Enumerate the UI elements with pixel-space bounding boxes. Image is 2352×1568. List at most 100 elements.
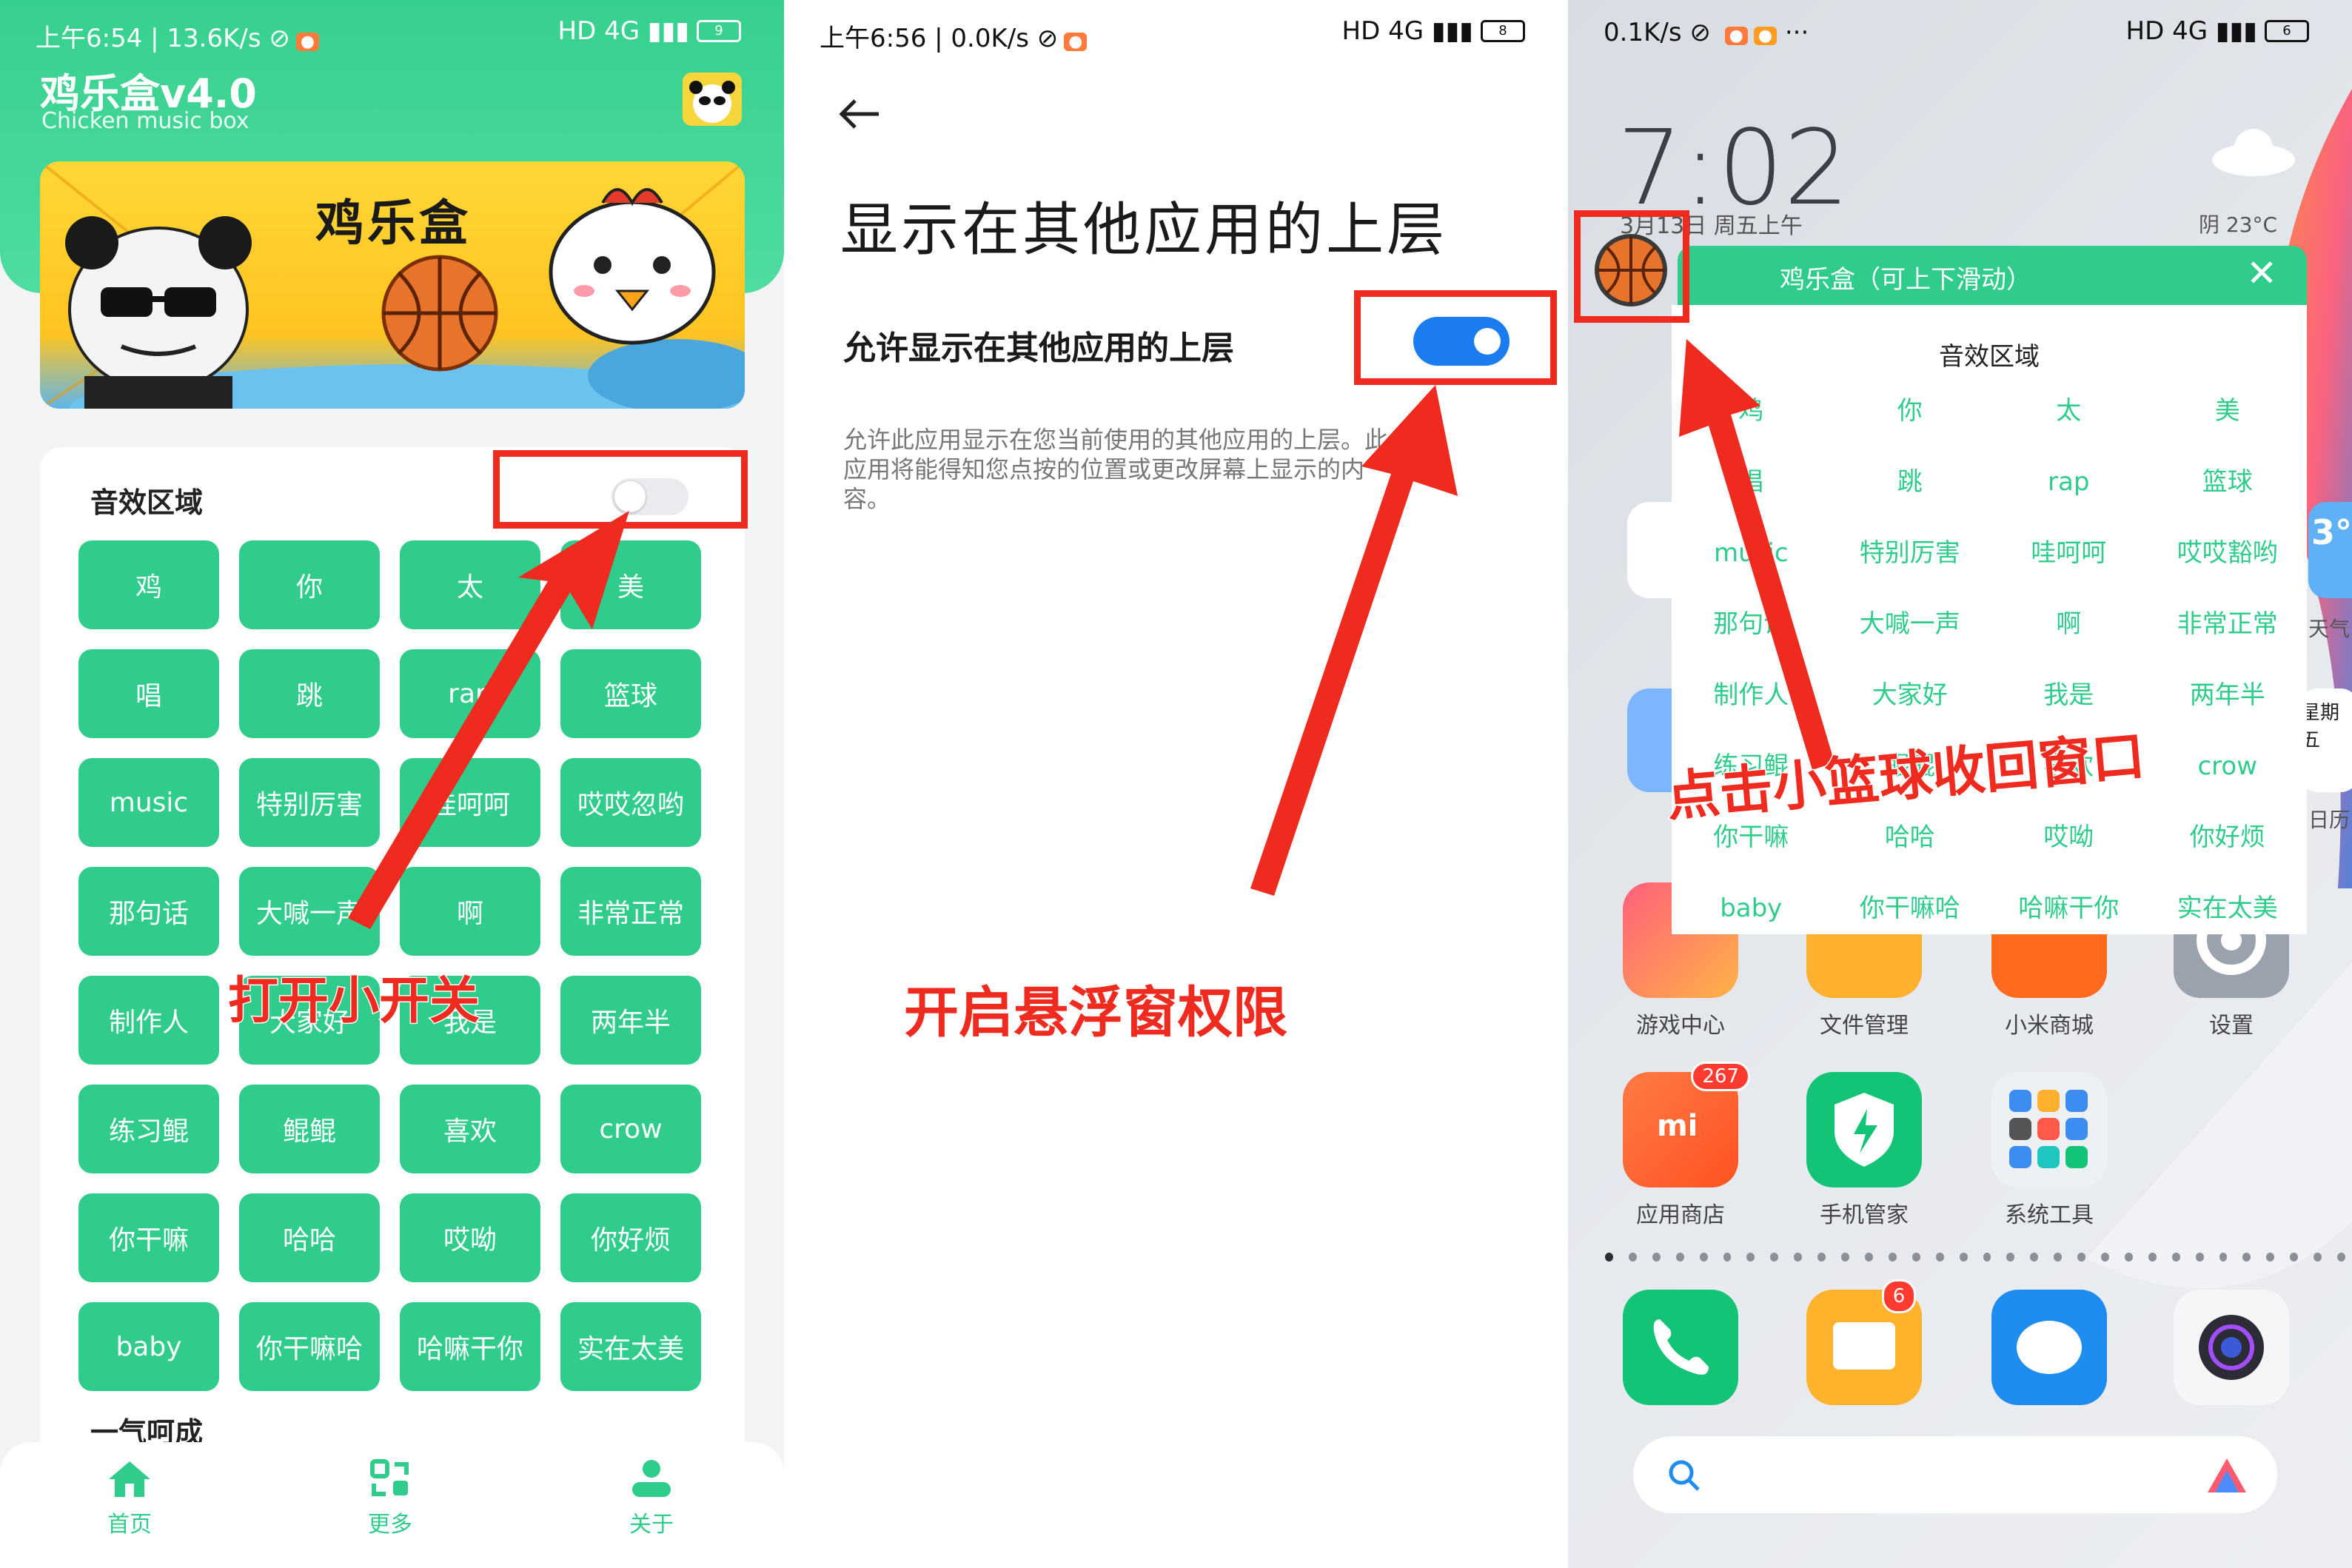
floating-sound-item[interactable]: 跳 [1831, 458, 1990, 506]
sound-button[interactable]: 你好烦 [560, 1193, 701, 1282]
status-bar: 0.1K/s ⊘ ● ● ··· HD 4G ▮▮▮ 6 [1568, 0, 2352, 67]
nav-more[interactable]: 更多 [335, 1458, 446, 1538]
floating-sound-item[interactable]: crow [2148, 742, 2308, 791]
annotation-text: 开启悬浮窗权限 [903, 980, 1289, 1046]
floating-sound-item[interactable]: 太 [1989, 386, 2148, 435]
floating-sound-item[interactable]: 唱 [1672, 458, 1831, 506]
permission-label: 允许显示在其他应用的上层 [843, 329, 1234, 367]
floating-sound-item[interactable]: rap [1989, 458, 2148, 506]
sound-button[interactable]: 啊 [400, 867, 540, 956]
floating-sound-item[interactable]: 哎呦 [1989, 813, 2148, 862]
app-label: 文件管理 [1820, 1013, 1909, 1039]
app-system-tools[interactable]: 系统工具 [1990, 1072, 2108, 1229]
sound-button[interactable]: 跳 [239, 649, 380, 738]
sound-button[interactable]: 非常正常 [560, 867, 701, 956]
search-icon [1669, 1460, 1700, 1491]
floating-sound-item[interactable]: 美 [2148, 386, 2308, 435]
swap-icon [370, 1459, 409, 1496]
floating-sound-item[interactable]: 哎哎豁哟 [2148, 529, 2308, 577]
sound-button[interactable]: 太 [400, 540, 540, 629]
sound-button[interactable]: 练习鲲 [78, 1085, 219, 1173]
calendar-label: 日历 [2308, 808, 2351, 832]
signal-icon: HD 4G ▮▮▮ [1341, 16, 1473, 46]
sound-button[interactable]: 篮球 [560, 649, 701, 738]
floating-sound-item[interactable]: 篮球 [2148, 458, 2308, 506]
nav-about[interactable]: 关于 [596, 1458, 707, 1538]
floating-sound-item[interactable]: 哈哈 [1831, 813, 1990, 862]
sound-button[interactable]: 那句话 [78, 867, 219, 956]
status-text: 上午6:56 | 0.0K/s [820, 24, 1029, 53]
user-icon [632, 1460, 671, 1497]
sound-button[interactable]: rap [400, 649, 540, 738]
assistant-icon[interactable] [2206, 1457, 2248, 1494]
sound-button[interactable]: baby [78, 1302, 219, 1391]
floating-window-body[interactable]: 音效区域 鸡你太美唱跳 rap 篮球 music 特别厉害 哇呵呵 哎哎豁哟 那句话 大喊一声啊… [1672, 305, 2307, 934]
shield-icon [1806, 1072, 1922, 1187]
floating-sound-item[interactable]: 大喊一声 [1831, 600, 1990, 649]
sound-button[interactable]: 哇呵呵 [400, 758, 540, 847]
app-label: 游戏中心 [1636, 1013, 1725, 1039]
sound-button[interactable]: 你干嘛哈 [239, 1302, 380, 1391]
floating-sound-item[interactable]: music [1672, 529, 1831, 577]
floating-sound-item[interactable]: 你好烦 [2148, 813, 2308, 862]
signal-icon: HD 4G ▮▮▮ [557, 16, 689, 46]
app-label: 小米商城 [2005, 1013, 2094, 1039]
bottom-nav: 首页 更多 关于 [0, 1442, 784, 1568]
battery-icon: 6 [2265, 20, 2309, 42]
nav-label: 关于 [629, 1512, 674, 1538]
sound-button[interactable]: 实在太美 [560, 1302, 701, 1391]
banner-image: 鸡乐盒 [40, 161, 745, 409]
floating-sound-item[interactable]: 啊 [1989, 600, 2148, 649]
app-app-store[interactable]: mi 267 应用商店 [1621, 1062, 1750, 1229]
sound-button[interactable]: 喜欢 [400, 1085, 540, 1173]
floating-sound-item[interactable]: 哈嘛干你 [1989, 884, 2148, 933]
sound-button[interactable]: 你 [239, 540, 380, 629]
sound-button[interactable]: 哎呦 [400, 1193, 540, 1282]
floating-sound-item[interactable]: 鸡 [1672, 386, 1831, 435]
dock-messages[interactable]: 6 [1805, 1279, 1923, 1414]
floating-sound-item[interactable]: 我是 [1989, 671, 2148, 720]
highlight-box [493, 450, 748, 529]
sound-button[interactable]: 唱 [78, 649, 219, 738]
floating-sound-item[interactable]: 你干嘛哈 [1831, 884, 1990, 933]
avatar[interactable] [683, 73, 742, 126]
sound-button[interactable]: 大喊一声 [239, 867, 380, 956]
notification-icon: ● [1064, 33, 1088, 51]
back-arrow-icon[interactable] [837, 98, 882, 130]
sound-button[interactable]: music [78, 758, 219, 847]
sound-button[interactable]: crow [560, 1085, 701, 1173]
dock-browser[interactable] [1990, 1290, 2108, 1414]
floating-sound-item[interactable]: baby [1672, 884, 1831, 933]
dock-phone[interactable] [1621, 1290, 1740, 1414]
sound-button[interactable]: 鲲鲲 [239, 1085, 380, 1173]
floating-sound-item[interactable]: 实在太美 [2148, 884, 2308, 933]
status-bar: 上午6:56 | 0.0K/s ⊘ ● HD 4G ▮▮▮ 8 [784, 0, 1568, 67]
weather-text: 阴 23°C [2199, 212, 2278, 237]
floating-sound-item[interactable]: 两年半 [2148, 671, 2308, 720]
nav-home[interactable]: 首页 [74, 1458, 185, 1538]
message-icon: 6 [1806, 1279, 1922, 1405]
floating-sound-item[interactable]: 制作人 [1672, 671, 1831, 720]
floating-sound-item[interactable]: 那句话 [1672, 600, 1831, 649]
floating-window-header[interactable]: 鸡乐盒（可上下滑动） ✕ [1678, 246, 2307, 305]
sound-button[interactable]: 鸡 [78, 540, 219, 629]
floating-sound-item[interactable]: 特别厉害 [1831, 529, 1990, 577]
floating-sound-item[interactable]: 哇呵呵 [1989, 529, 2148, 577]
sound-button[interactable]: 特别厉害 [239, 758, 380, 847]
floating-sound-item[interactable]: 非常正常 [2148, 600, 2308, 649]
sound-button[interactable]: 哎哎忽哟 [560, 758, 701, 847]
close-icon[interactable]: ✕ [2246, 252, 2277, 295]
dock-camera[interactable] [2172, 1290, 2291, 1414]
sound-button[interactable]: 你干嘛 [78, 1193, 219, 1282]
floating-sound-item[interactable]: 你 [1831, 386, 1990, 435]
sound-button[interactable]: 两年半 [560, 976, 701, 1065]
sound-button[interactable]: 美 [560, 540, 701, 629]
app-security[interactable]: 手机管家 [1805, 1072, 1923, 1229]
floating-sound-item[interactable]: 大家好 [1831, 671, 1990, 720]
sound-button[interactable]: 哈嘛干你 [400, 1302, 540, 1391]
page-indicator [1605, 1253, 2345, 1262]
floating-sound-grid: 鸡你太美唱跳 rap 篮球 music 特别厉害 哇呵呵 哎哎豁哟那句话 大喊一声啊非常正常制… [1672, 386, 2307, 933]
sound-button[interactable]: 哈哈 [239, 1193, 380, 1282]
sound-button[interactable]: 制作人 [78, 976, 219, 1065]
search-bar[interactable] [1633, 1436, 2277, 1513]
